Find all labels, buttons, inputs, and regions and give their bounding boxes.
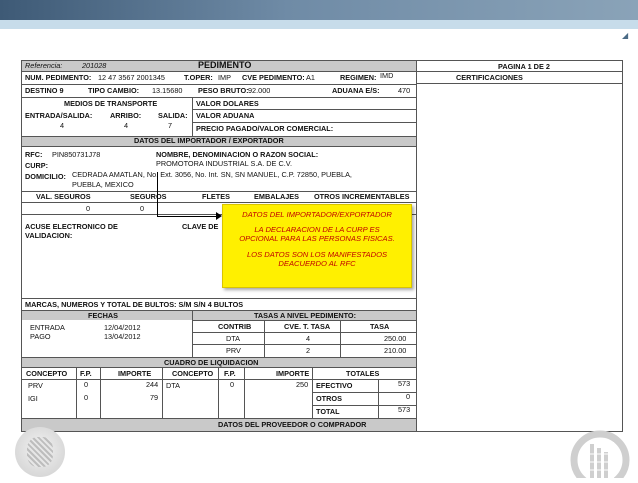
liq-row2-concepto1: IGI xyxy=(28,394,38,403)
entrada-salida-value: 4 xyxy=(60,121,65,130)
cve-pedimento-label: CVE PEDIMENTO: xyxy=(242,73,305,82)
fecha-pago-label: PAGO xyxy=(30,332,51,341)
tasas-row1-tasa: 250.00 xyxy=(384,334,407,343)
tipo-cambio-value: 13.15680 xyxy=(152,86,183,95)
val-seguros-value: 0 xyxy=(86,204,91,213)
valor-dolares-label: VALOR DOLARES xyxy=(196,99,259,108)
peso-bruto-label: PESO BRUTO: xyxy=(198,86,249,95)
logo-right-emblem xyxy=(566,424,630,483)
liq-header-concepto2: CONCEPTO xyxy=(172,369,214,378)
slide-top-bar xyxy=(0,0,638,20)
toper-label: T.OPER: xyxy=(184,73,213,82)
liq-header-importe2: IMPORTE xyxy=(276,369,310,378)
liq-header-fp2: F.P. xyxy=(224,369,236,378)
referencia-value: 201028 xyxy=(82,61,107,70)
num-pedimento-value: 12 47 3567 2001345 xyxy=(98,73,165,82)
arribo-label: ARRIBO: xyxy=(110,111,142,120)
peso-bruto-value: 92.000 xyxy=(248,86,271,95)
val-seguros-label: VAL. SEGUROS xyxy=(36,192,91,201)
aduana-label: ADUANA E/S: xyxy=(332,86,380,95)
curp-label: CURP: xyxy=(25,161,49,170)
liq-header-concepto1: CONCEPTO xyxy=(26,369,68,378)
regimen-label: REGIMEN: xyxy=(340,73,377,82)
liq-row1-fp2: 0 xyxy=(230,380,235,389)
domicilio-line2: PUEBLA, MEXICO xyxy=(72,180,134,189)
arrow-corner-icon: ◢ xyxy=(622,31,629,40)
fecha-pago-value: 13/04/2012 xyxy=(104,332,141,341)
arribo-value: 4 xyxy=(124,121,129,130)
totales-efectivo-label: EFECTIVO xyxy=(316,381,353,390)
tasas-row2-tasa: 210.00 xyxy=(384,346,407,355)
liq-row1-importe2: 250 xyxy=(296,380,309,389)
liq-row1-concepto2: DTA xyxy=(166,381,181,390)
tasas-row2-contrib: PRV xyxy=(226,346,241,355)
liq-header-importe1: IMPORTE xyxy=(118,369,152,378)
callout-arrow-line xyxy=(157,172,158,216)
totales-otros-label: OTROS xyxy=(316,394,342,403)
totales-total-label: TOTAL xyxy=(316,407,340,416)
cve-pedimento-value: A1 xyxy=(306,73,315,82)
num-pedimento-label: NUM. PEDIMENTO: xyxy=(25,73,92,82)
otros-incrementables-label: OTROS INCREMENTABLES xyxy=(314,192,410,201)
liq-row2-importe1: 79 xyxy=(150,393,159,402)
tasas-row1-contrib: DTA xyxy=(226,334,241,343)
callout-note: DATOS DEL IMPORTADOR/EXPORTADOR LA DECLA… xyxy=(222,204,412,288)
liq-header-fp1: F.P. xyxy=(80,369,92,378)
rfc-label: RFC: xyxy=(25,150,43,159)
rfc-value: PIN850731J78 xyxy=(52,150,101,159)
importador-section-title: DATOS DEL IMPORTADOR / EXPORTADOR xyxy=(134,136,284,145)
certificaciones-column xyxy=(416,61,623,431)
fletes-label: FLETES xyxy=(202,192,230,201)
totales-total-value: 573 xyxy=(398,405,411,414)
note-rfc: LOS DATOS SON LOS MANIFESTADOS DEACUERDO… xyxy=(246,249,388,268)
totales-otros-value: 0 xyxy=(406,392,411,401)
acuse-line2: VALIDACION: xyxy=(25,231,73,240)
callout-arrow-horizontal xyxy=(157,216,217,217)
embalajes-label: EMBALAJES xyxy=(254,192,300,201)
entrada-salida-label: ENTRADA/SALIDA: xyxy=(25,111,93,120)
tasas-row1-cve: 4 xyxy=(306,334,311,343)
marcas-line: MARCAS, NUMEROS Y TOTAL DE BULTOS: S/M S… xyxy=(25,300,244,309)
tipo-cambio-label: TIPO CAMBIO: xyxy=(88,86,140,95)
note-curp: LA DECLARACION DE LA CURP ES OPCIONAL PA… xyxy=(239,225,395,244)
destino-label: DESTINO 9 xyxy=(25,86,64,95)
referencia-label: Referencia: xyxy=(25,61,63,70)
salida-value: 7 xyxy=(168,121,173,130)
precio-pagado-label: PRECIO PAGADO/VALOR COMERCIAL: xyxy=(196,124,334,133)
totales-efectivo-value: 573 xyxy=(398,379,411,388)
seguros-value: 0 xyxy=(140,204,145,213)
nombre-value: PROMOTORA INDUSTRIAL S.A. DE C.V. xyxy=(156,159,292,168)
domicilio-label: DOMICILIO: xyxy=(25,172,66,181)
slide-top-bar-light xyxy=(0,20,638,29)
document-title: PEDIMENTO xyxy=(198,60,252,70)
tasas-header-tasa: TASA xyxy=(370,322,390,331)
clave-label: CLAVE DE xyxy=(182,222,219,231)
proveedor-title: DATOS DEL PROVEEDOR O COMPRADOR xyxy=(218,420,367,429)
fechas-title: FECHAS xyxy=(88,311,118,320)
seguros-label: SEGUROS xyxy=(130,192,167,201)
liq-row1-importe1: 244 xyxy=(146,380,159,389)
liq-header-totales: TOTALES xyxy=(346,369,380,378)
note-heading: DATOS DEL IMPORTADOR/EXPORTADOR xyxy=(242,210,392,219)
liq-row2-fp1: 0 xyxy=(84,393,89,402)
salida-label: SALIDA: xyxy=(158,111,188,120)
valor-aduana-label: VALOR ADUANA xyxy=(196,111,255,120)
tasas-header-cve: CVE. T. TASA xyxy=(284,322,331,331)
tasas-header-contrib: CONTRIB xyxy=(218,322,252,331)
aduana-value: 470 xyxy=(398,86,411,95)
transporte-title: MEDIOS DE TRANSPORTE xyxy=(64,99,158,108)
tasas-row2-cve: 2 xyxy=(306,346,311,355)
liq-row1-concepto1: PRV xyxy=(28,381,43,390)
logo-left-emblem xyxy=(15,427,65,477)
regimen-value: IMD xyxy=(380,71,394,80)
domicilio-line1: CEDRADA AMATLAN, No. Ext. 3056, No. Int.… xyxy=(72,170,352,179)
toper-value: IMP xyxy=(218,73,231,82)
liq-row1-fp1: 0 xyxy=(84,380,89,389)
